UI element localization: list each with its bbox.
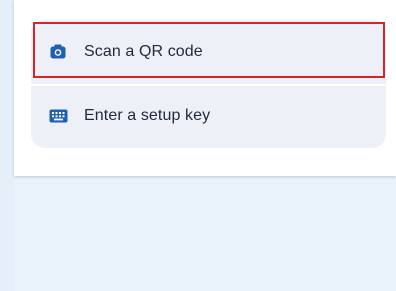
side-panel-edge (0, 0, 14, 291)
enter-setup-key-label: Enter a setup key (84, 107, 211, 124)
setup-options-group: Scan a QR code Enter a setup key (31, 20, 386, 148)
scan-qr-code-option[interactable]: Scan a QR code (31, 22, 386, 82)
page: Scan a QR code Enter a setup key (0, 0, 396, 291)
scan-qr-code-label: Scan a QR code (84, 43, 203, 60)
enter-setup-key-option[interactable]: Enter a setup key (31, 86, 386, 146)
setup-method-menu: Scan a QR code Enter a setup key (14, 0, 396, 176)
keyboard-icon (48, 106, 68, 126)
camera-icon (48, 42, 68, 62)
